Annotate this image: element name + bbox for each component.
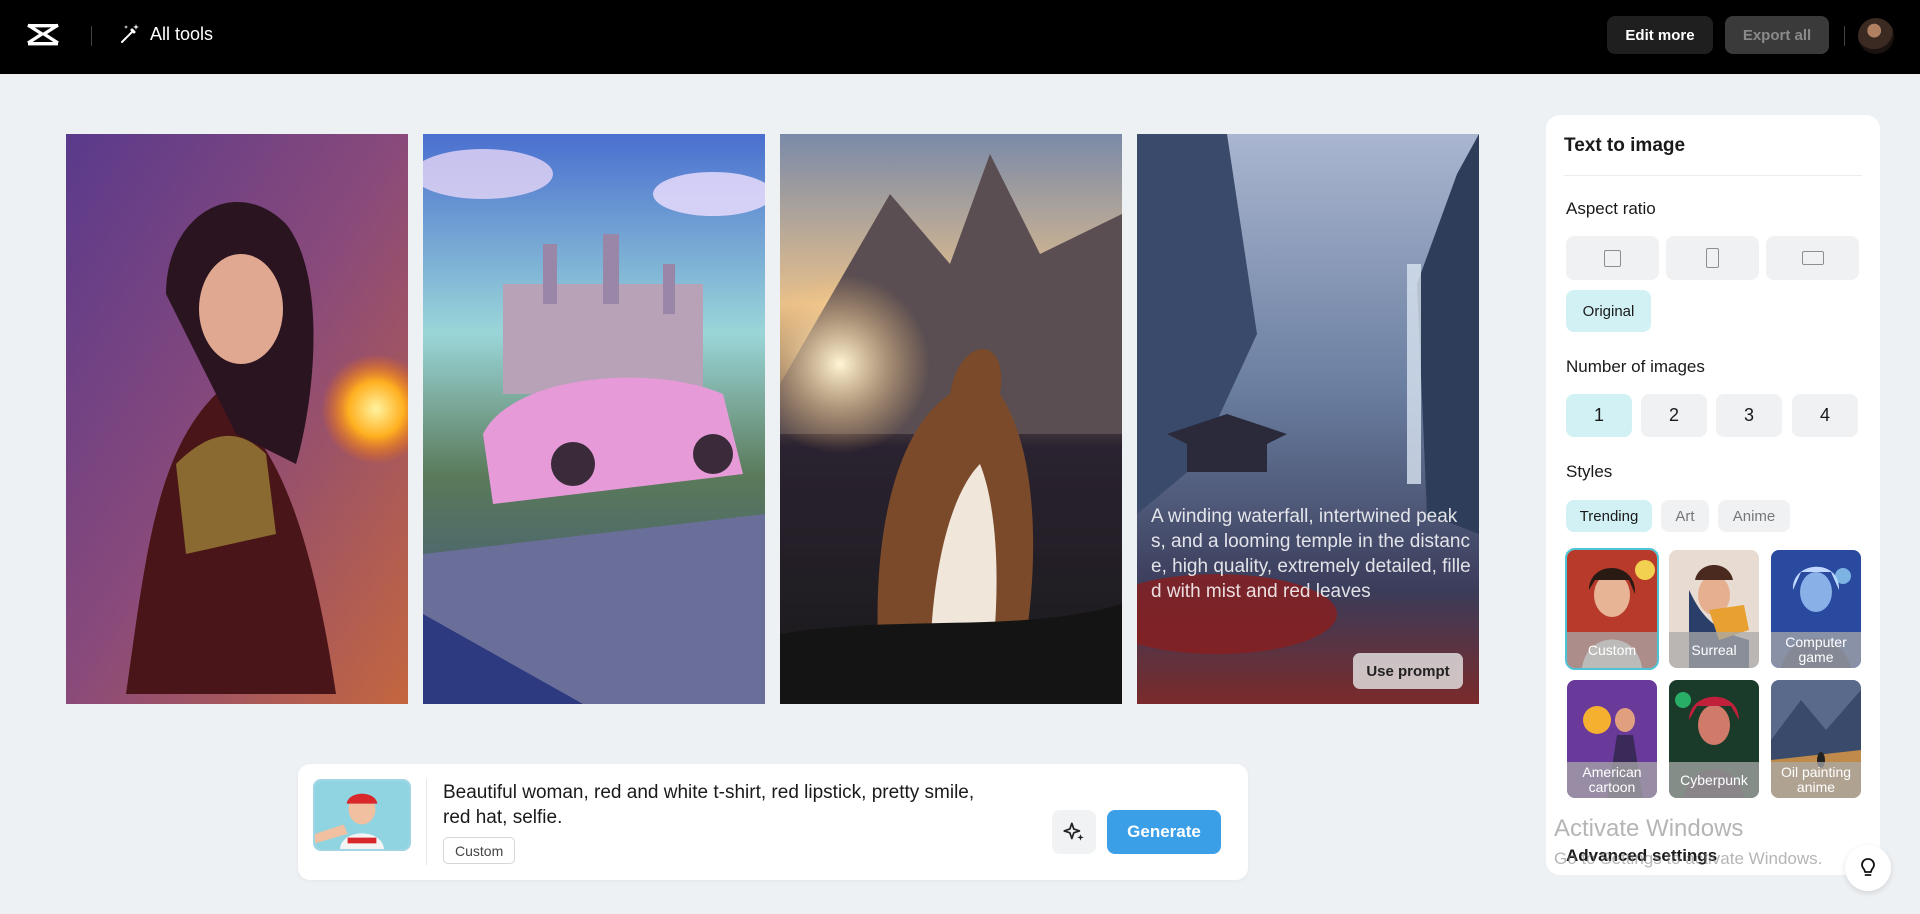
num-images-4-button[interactable]: 4 — [1792, 394, 1858, 437]
magic-wand-icon — [121, 24, 139, 43]
lightbulb-icon — [1861, 858, 1875, 876]
divider — [1844, 26, 1845, 46]
activate-windows-subtext: Go to Settings to activate Windows. — [1554, 849, 1823, 868]
tab-trending[interactable]: Trending — [1566, 500, 1652, 532]
generated-image-3[interactable] — [780, 134, 1122, 704]
reference-image[interactable] — [313, 779, 411, 851]
tab-anime[interactable]: Anime — [1718, 500, 1790, 532]
styles-label: Styles — [1566, 462, 1613, 481]
style-card-label: Cyberpunk — [1669, 762, 1759, 798]
style-card-label: Oil painting anime — [1771, 762, 1861, 798]
style-card-cyberpunk[interactable]: Cyberpunk — [1669, 680, 1759, 798]
top-bar: All tools Edit more Export all — [0, 0, 1920, 74]
style-tag[interactable]: Custom — [443, 837, 516, 864]
all-tools-label: All tools — [150, 23, 214, 44]
image-prompt-text: A winding waterfall, intertwined peaks, … — [1151, 506, 1471, 602]
capcut-logo-icon[interactable] — [26, 21, 60, 51]
num-images-3-button[interactable]: 3 — [1716, 394, 1782, 437]
aspect-original-button[interactable]: Original — [1566, 290, 1651, 332]
style-card-label: American cartoon — [1567, 762, 1657, 798]
edit-more-button[interactable]: Edit more — [1607, 16, 1713, 54]
num-images-1-button[interactable]: 1 — [1566, 394, 1632, 437]
generated-image-4[interactable]: A winding waterfall, intertwined peaks, … — [1137, 134, 1479, 704]
aspect-square-button[interactable] — [1566, 236, 1659, 280]
style-card-label: Surreal — [1669, 632, 1759, 668]
style-card-american-cartoon[interactable]: American cartoon — [1567, 680, 1657, 798]
style-card-label: Custom — [1567, 632, 1657, 668]
sparkle-icon — [1063, 822, 1084, 841]
style-card-computer-game[interactable]: Computer game — [1771, 550, 1861, 668]
style-card-surreal[interactable]: Surreal — [1669, 550, 1759, 668]
text-to-image-panel: Text to image Aspect ratio Original Numb… — [1546, 115, 1880, 875]
num-images-2-button[interactable]: 2 — [1641, 394, 1707, 437]
avatar[interactable] — [1858, 18, 1894, 54]
number-of-images-label: Number of images — [1566, 357, 1705, 376]
aspect-landscape-button[interactable] — [1766, 236, 1859, 280]
style-card-oil-painting-anime[interactable]: Oil painting anime — [1771, 680, 1861, 798]
style-card-label: Computer game — [1771, 632, 1861, 668]
prompt-input[interactable]: Beautiful woman, red and white t-shirt, … — [443, 780, 1003, 830]
landscape-ratio-icon — [1801, 251, 1824, 265]
prompt-bar: Beautiful woman, red and white t-shirt, … — [298, 764, 1248, 880]
style-card-custom[interactable]: Custom — [1565, 548, 1659, 670]
tab-art[interactable]: Art — [1661, 500, 1709, 532]
generate-button[interactable]: Generate — [1107, 810, 1221, 854]
generated-image-2[interactable] — [423, 134, 765, 704]
divider — [426, 779, 427, 865]
export-all-button[interactable]: Export all — [1725, 16, 1829, 54]
panel-title: Text to image — [1564, 135, 1686, 156]
use-prompt-button[interactable]: Use prompt — [1353, 653, 1463, 689]
all-tools-button[interactable]: All tools — [118, 22, 213, 46]
square-ratio-icon — [1604, 249, 1621, 267]
aspect-ratio-label: Aspect ratio — [1566, 199, 1656, 218]
help-button[interactable] — [1845, 845, 1891, 891]
divider — [91, 26, 92, 46]
aspect-portrait-button[interactable] — [1666, 236, 1759, 280]
activate-windows-watermark: Activate Windows — [1554, 815, 1744, 842]
generated-image-1[interactable] — [66, 134, 408, 704]
inspire-button[interactable] — [1052, 810, 1096, 854]
divider — [1564, 175, 1862, 176]
portrait-ratio-icon — [1706, 248, 1719, 268]
